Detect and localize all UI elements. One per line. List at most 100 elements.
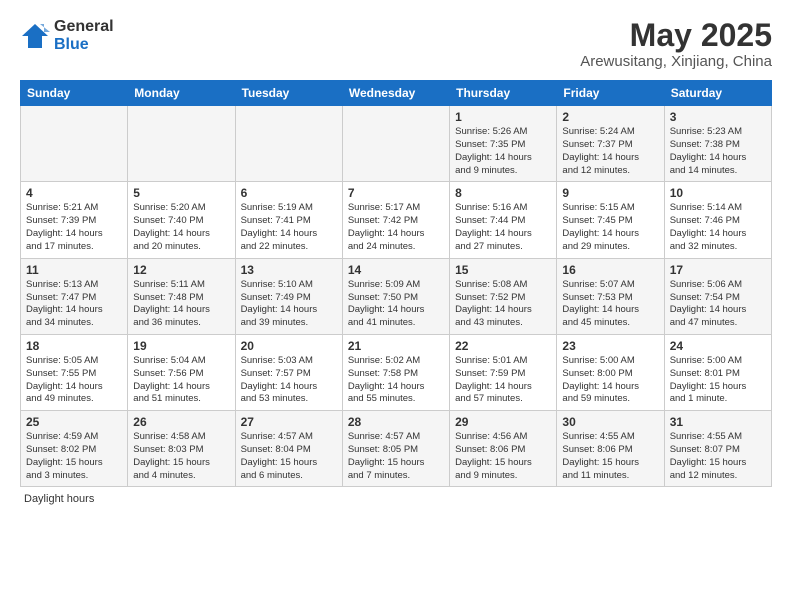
calendar-cell: 13 Sunrise: 5:10 AM Sunset: 7:49 PM Dayli…	[235, 258, 342, 334]
day-info: Sunrise: 5:21 AM Sunset: 7:39 PM Dayligh…	[26, 202, 122, 253]
day-info: Sunrise: 5:14 AM Sunset: 7:46 PM Dayligh…	[670, 202, 766, 253]
day-number: 6	[241, 186, 337, 200]
calendar-cell: 20Sunrise: 5:03 AM Sunset: 7:57 PM Dayli…	[235, 334, 342, 410]
week-row-4: 18 Sunrise: 5:05 AM Sunset: 7:55 PM Dayli…	[21, 334, 772, 410]
day-number: 23	[562, 339, 658, 353]
subtitle: Arewusitang, Xinjiang, China	[580, 53, 772, 70]
header-row: SundayMondayTuesdayWednesdayThursdayFrid…	[21, 81, 772, 106]
day-info: Sunrise: 4:58 AM Sunset: 8:03 PM Dayligh…	[133, 431, 229, 482]
calendar-cell: 17 Sunrise: 5:06 AM Sunset: 7:54 PM Dayli…	[664, 258, 771, 334]
calendar-cell: 28Sunrise: 4:57 AM Sunset: 8:05 PM Dayli…	[342, 411, 449, 487]
day-info: Sunrise: 5:17 AM Sunset: 7:42 PM Dayligh…	[348, 202, 444, 253]
day-header-monday: Monday	[128, 81, 235, 106]
calendar-cell: 4 Sunrise: 5:21 AM Sunset: 7:39 PM Daylig…	[21, 182, 128, 258]
day-number: 16	[562, 263, 658, 277]
day-number: 3	[670, 110, 766, 124]
calendar-cell: 5 Sunrise: 5:20 AM Sunset: 7:40 PM Daylig…	[128, 182, 235, 258]
calendar-cell	[235, 106, 342, 182]
calendar-cell	[342, 106, 449, 182]
day-number: 2	[562, 110, 658, 124]
calendar-header: SundayMondayTuesdayWednesdayThursdayFrid…	[21, 81, 772, 106]
logo-text: General Blue	[54, 18, 114, 53]
day-number: 14	[348, 263, 444, 277]
day-number: 10	[670, 186, 766, 200]
day-info: Sunrise: 4:55 AM Sunset: 8:06 PM Dayligh…	[562, 431, 658, 482]
day-number: 30	[562, 415, 658, 429]
calendar-cell: 21Sunrise: 5:02 AM Sunset: 7:58 PM Dayli…	[342, 334, 449, 410]
day-number: 20	[241, 339, 337, 353]
day-info: Sunrise: 5:19 AM Sunset: 7:41 PM Dayligh…	[241, 202, 337, 253]
day-info: Sunrise: 5:07 AM Sunset: 7:53 PM Dayligh…	[562, 279, 658, 330]
day-number: 27	[241, 415, 337, 429]
calendar-cell: 7 Sunrise: 5:17 AM Sunset: 7:42 PM Daylig…	[342, 182, 449, 258]
day-info: Sunrise: 5:24 AM Sunset: 7:37 PM Dayligh…	[562, 126, 658, 177]
day-info: Sunrise: 5:26 AM Sunset: 7:35 PM Dayligh…	[455, 126, 551, 177]
day-info: Sunrise: 5:01 AM Sunset: 7:59 PM Dayligh…	[455, 355, 551, 406]
day-info: Sunrise: 5:10 AM Sunset: 7:49 PM Dayligh…	[241, 279, 337, 330]
calendar-cell: 27 Sunrise: 4:57 AM Sunset: 8:04 PM Dayli…	[235, 411, 342, 487]
logo-general: General	[54, 18, 114, 36]
day-number: 8	[455, 186, 551, 200]
calendar-cell: 18 Sunrise: 5:05 AM Sunset: 7:55 PM Dayli…	[21, 334, 128, 410]
calendar-cell: 22 Sunrise: 5:01 AM Sunset: 7:59 PM Dayli…	[450, 334, 557, 410]
day-number: 25	[26, 415, 122, 429]
day-info: Sunrise: 5:05 AM Sunset: 7:55 PM Dayligh…	[26, 355, 122, 406]
day-header-tuesday: Tuesday	[235, 81, 342, 106]
page: General Blue May 2025 Arewusitang, Xinji…	[0, 0, 792, 612]
day-number: 29	[455, 415, 551, 429]
day-info: Sunrise: 5:00 AM Sunset: 8:01 PM Dayligh…	[670, 355, 766, 406]
day-info: Sunrise: 5:04 AM Sunset: 7:56 PM Dayligh…	[133, 355, 229, 406]
day-number: 18	[26, 339, 122, 353]
day-info: Sunrise: 5:23 AM Sunset: 7:38 PM Dayligh…	[670, 126, 766, 177]
calendar-cell: 25Sunrise: 4:59 AM Sunset: 8:02 PM Dayli…	[21, 411, 128, 487]
calendar-cell: 16 Sunrise: 5:07 AM Sunset: 7:53 PM Dayli…	[557, 258, 664, 334]
week-row-2: 4 Sunrise: 5:21 AM Sunset: 7:39 PM Daylig…	[21, 182, 772, 258]
calendar-cell	[128, 106, 235, 182]
day-number: 26	[133, 415, 229, 429]
calendar-cell: 30 Sunrise: 4:55 AM Sunset: 8:06 PM Dayli…	[557, 411, 664, 487]
day-info: Sunrise: 5:20 AM Sunset: 7:40 PM Dayligh…	[133, 202, 229, 253]
day-header-friday: Friday	[557, 81, 664, 106]
day-info: Sunrise: 5:08 AM Sunset: 7:52 PM Dayligh…	[455, 279, 551, 330]
calendar-body: 1Sunrise: 5:26 AM Sunset: 7:35 PM Daylig…	[21, 106, 772, 487]
calendar-cell: 14Sunrise: 5:09 AM Sunset: 7:50 PM Dayli…	[342, 258, 449, 334]
calendar-cell: 29Sunrise: 4:56 AM Sunset: 8:06 PM Dayli…	[450, 411, 557, 487]
day-number: 17	[670, 263, 766, 277]
day-info: Sunrise: 5:15 AM Sunset: 7:45 PM Dayligh…	[562, 202, 658, 253]
week-row-5: 25Sunrise: 4:59 AM Sunset: 8:02 PM Dayli…	[21, 411, 772, 487]
calendar-cell: 1Sunrise: 5:26 AM Sunset: 7:35 PM Daylig…	[450, 106, 557, 182]
day-number: 5	[133, 186, 229, 200]
calendar-cell	[21, 106, 128, 182]
day-number: 7	[348, 186, 444, 200]
day-number: 31	[670, 415, 766, 429]
calendar-cell: 2 Sunrise: 5:24 AM Sunset: 7:37 PM Daylig…	[557, 106, 664, 182]
day-header-thursday: Thursday	[450, 81, 557, 106]
day-info: Sunrise: 4:55 AM Sunset: 8:07 PM Dayligh…	[670, 431, 766, 482]
main-title: May 2025	[580, 18, 772, 53]
calendar-cell: 10 Sunrise: 5:14 AM Sunset: 7:46 PM Dayli…	[664, 182, 771, 258]
calendar-cell: 19Sunrise: 5:04 AM Sunset: 7:56 PM Dayli…	[128, 334, 235, 410]
calendar: SundayMondayTuesdayWednesdayThursdayFrid…	[20, 80, 772, 487]
calendar-cell: 3 Sunrise: 5:23 AM Sunset: 7:38 PM Daylig…	[664, 106, 771, 182]
calendar-cell: 24 Sunrise: 5:00 AM Sunset: 8:01 PM Dayli…	[664, 334, 771, 410]
day-number: 21	[348, 339, 444, 353]
day-info: Sunrise: 5:06 AM Sunset: 7:54 PM Dayligh…	[670, 279, 766, 330]
day-number: 28	[348, 415, 444, 429]
week-row-3: 11 Sunrise: 5:13 AM Sunset: 7:47 PM Dayli…	[21, 258, 772, 334]
day-number: 4	[26, 186, 122, 200]
day-header-saturday: Saturday	[664, 81, 771, 106]
calendar-cell: 31 Sunrise: 4:55 AM Sunset: 8:07 PM Dayli…	[664, 411, 771, 487]
day-number: 11	[26, 263, 122, 277]
title-block: May 2025 Arewusitang, Xinjiang, China	[580, 18, 772, 70]
day-number: 13	[241, 263, 337, 277]
day-info: Sunrise: 5:13 AM Sunset: 7:47 PM Dayligh…	[26, 279, 122, 330]
day-number: 22	[455, 339, 551, 353]
logo-icon	[20, 22, 50, 50]
calendar-cell: 15Sunrise: 5:08 AM Sunset: 7:52 PM Dayli…	[450, 258, 557, 334]
day-number: 24	[670, 339, 766, 353]
logo-blue: Blue	[54, 36, 114, 54]
day-info: Sunrise: 4:57 AM Sunset: 8:04 PM Dayligh…	[241, 431, 337, 482]
header: General Blue May 2025 Arewusitang, Xinji…	[20, 18, 772, 70]
logo: General Blue	[20, 18, 114, 53]
calendar-cell: 11 Sunrise: 5:13 AM Sunset: 7:47 PM Dayli…	[21, 258, 128, 334]
